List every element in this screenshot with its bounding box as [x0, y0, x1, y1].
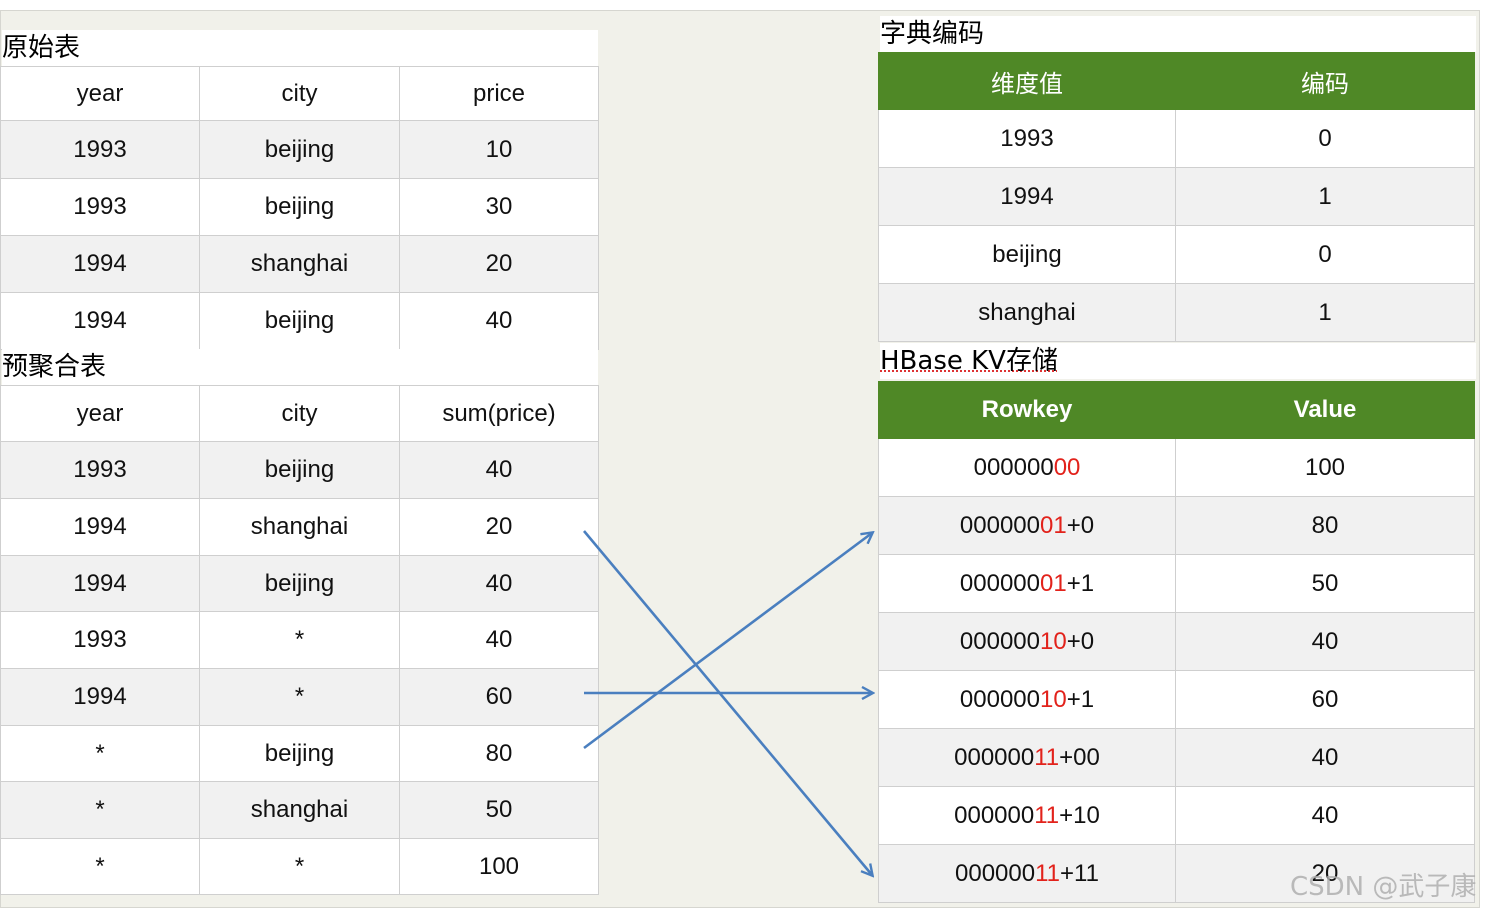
mapping-arrows	[583, 530, 1486, 910]
arrow-cuboid-all-to-bottom	[583, 530, 872, 875]
watermark: CSDN @武子康	[1290, 872, 1477, 902]
arrow-cuboid-city-to-top	[583, 533, 872, 750]
